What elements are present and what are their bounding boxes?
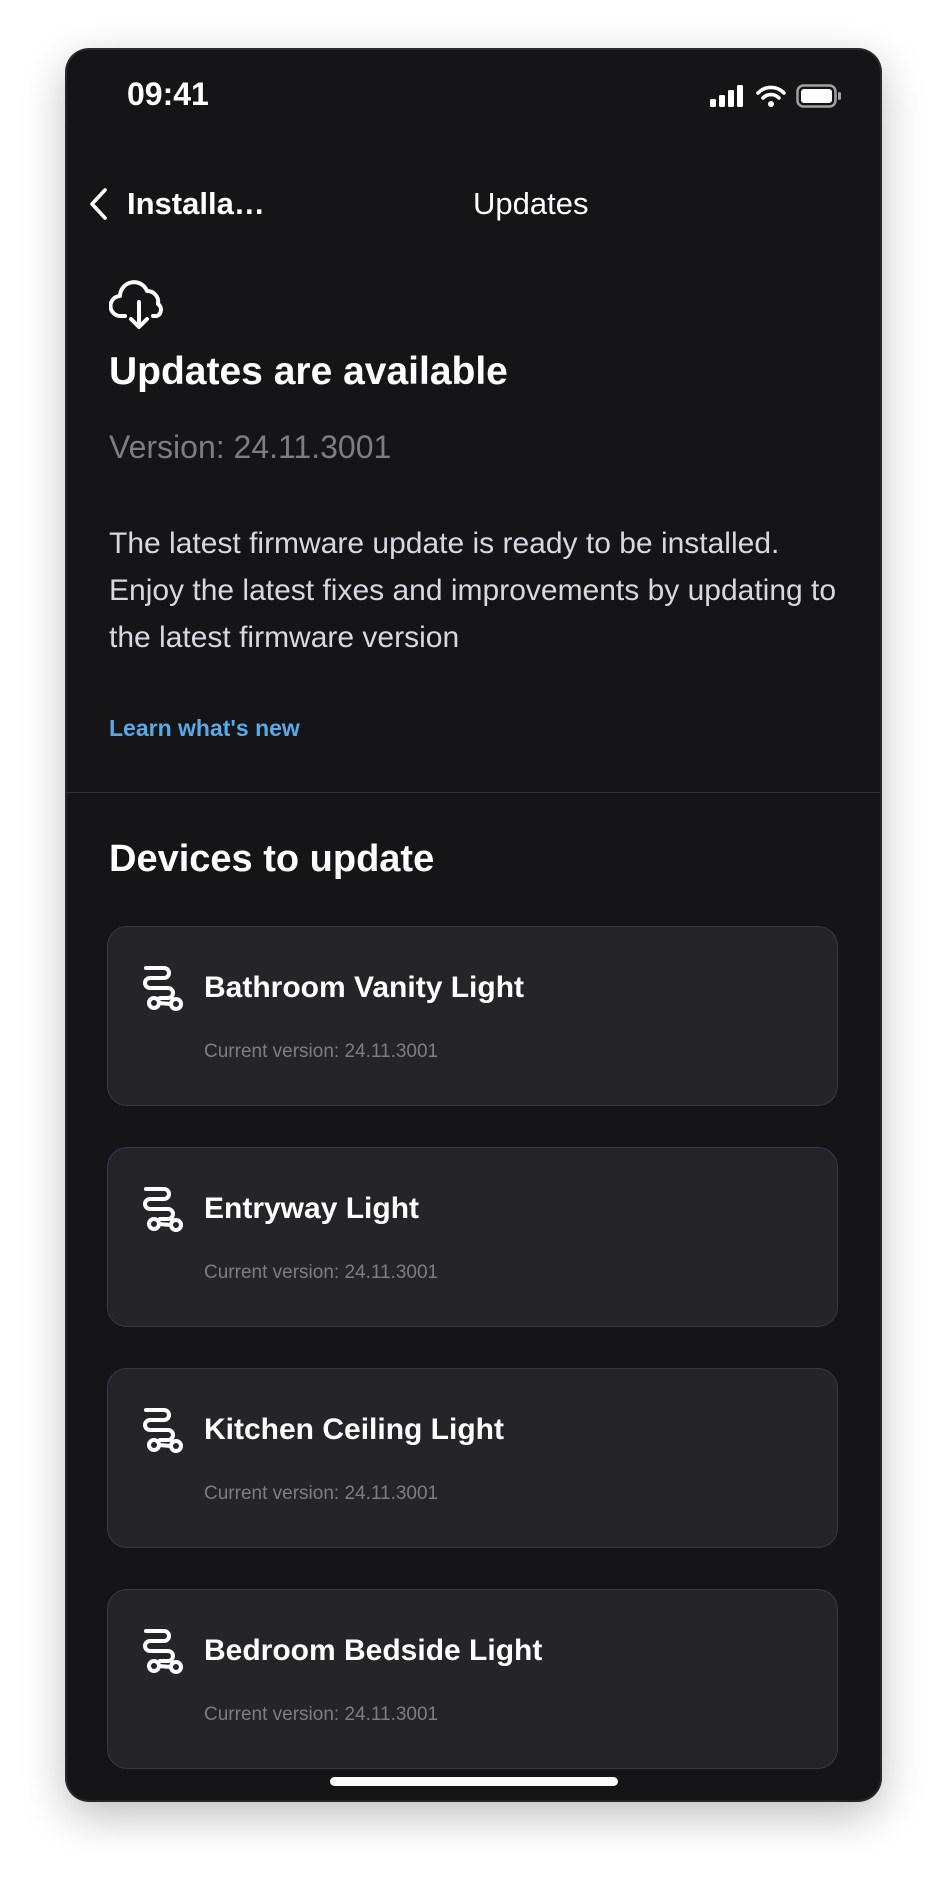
device-version: Current version: 24.11.3001 <box>204 1262 439 1283</box>
device-chain-icon <box>143 1629 183 1674</box>
updates-headline: Updates are available <box>109 350 508 393</box>
back-button[interactable]: Installa… <box>89 168 265 240</box>
battery-icon <box>796 84 841 108</box>
device-version: Current version: 24.11.3001 <box>204 1483 439 1504</box>
phone-screen: 09:41 Installa… Updates Updates are avai… <box>67 50 880 1800</box>
home-indicator[interactable] <box>330 1777 618 1786</box>
chevron-left-icon <box>90 188 107 220</box>
wifi-icon <box>756 85 786 107</box>
available-version: Version: 24.11.3001 <box>109 429 392 465</box>
device-chain-icon <box>143 966 183 1011</box>
device-version: Current version: 24.11.3001 <box>204 1041 439 1062</box>
device-card[interactable]: Kitchen Ceiling Light Current version: 2… <box>107 1368 838 1548</box>
back-label: Installa… <box>127 186 265 221</box>
device-card[interactable]: Bathroom Vanity Light Current version: 2… <box>107 926 838 1106</box>
cloud-download-icon <box>109 280 163 329</box>
device-name: Bathroom Vanity Light <box>204 971 525 1004</box>
nav-bar: Installa… Updates <box>67 168 880 240</box>
learn-whats-new-link[interactable]: Learn what's new <box>109 715 300 742</box>
devices-section-title: Devices to update <box>109 838 435 880</box>
device-list: Bathroom Vanity Light Current version: 2… <box>107 926 838 1800</box>
section-divider <box>67 792 880 793</box>
device-card[interactable]: Bedroom Bedside Light Current version: 2… <box>107 1589 838 1769</box>
status-time: 09:41 <box>127 76 209 112</box>
device-name: Kitchen Ceiling Light <box>204 1413 504 1446</box>
device-version: Current version: 24.11.3001 <box>204 1704 439 1725</box>
device-chain-icon <box>143 1408 183 1453</box>
signal-icon <box>710 85 743 107</box>
page-title: Updates <box>473 186 589 221</box>
device-card[interactable]: Entryway Light Current version: 24.11.30… <box>107 1147 838 1327</box>
device-name: Entryway Light <box>204 1192 420 1225</box>
status-icons <box>710 84 842 108</box>
device-name: Bedroom Bedside Light <box>204 1634 543 1667</box>
device-chain-icon <box>143 1187 183 1232</box>
update-description: The latest firmware update is ready to b… <box>109 527 837 654</box>
